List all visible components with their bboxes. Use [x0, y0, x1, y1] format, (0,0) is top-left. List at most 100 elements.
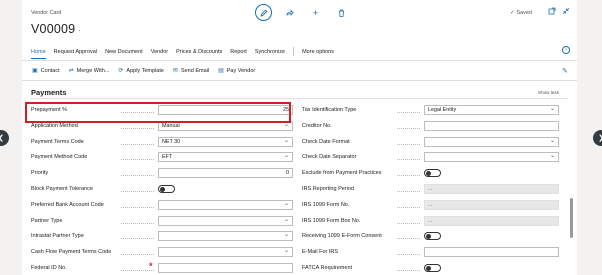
field-row-creditor-no: Creditor No. [302, 120, 562, 133]
field-value: Manual [162, 122, 180, 129]
toolbar-icons: + [255, 4, 359, 21]
field-row-federal-id-no: Federal ID No. * [31, 261, 293, 275]
leader-dots [397, 143, 420, 145]
add-icon[interactable]: + [307, 4, 324, 21]
field-row-e-mail-for-irs: E-Mail For IRS [302, 246, 562, 259]
field-row-check-date-format: Check Date Format ⌄ [302, 136, 562, 149]
menu-separator [293, 47, 295, 56]
personalize-icon[interactable]: ✎ [562, 67, 568, 75]
edit-pencil-icon[interactable] [255, 4, 272, 21]
tax-identification-type-select[interactable]: Legal Entity ⌄ [424, 105, 559, 115]
menu-more-options[interactable]: More options [302, 49, 334, 55]
field-label: Check Date Separator [302, 154, 357, 161]
field-label: IRS 1099 Form No. [302, 201, 350, 208]
required-asterisk-icon: * [149, 261, 153, 271]
field-label: FATCA Requirement [302, 265, 353, 271]
payment-terms-code-select[interactable]: NET 30 ⌄ [158, 136, 293, 147]
next-record-arrow-icon[interactable]: ❯ [593, 130, 602, 146]
card-header: Vendor Card + ✓ Saved [22, 0, 577, 24]
check-date-separator-select[interactable]: ⌄ [424, 152, 559, 163]
previous-record-arrow-icon[interactable]: ❮ [0, 130, 9, 146]
fatca-requirement-toggle[interactable] [424, 264, 441, 272]
template-icon: ⟳ [118, 68, 124, 74]
collapse-icon[interactable] [562, 7, 570, 17]
preferred-bank-account-code-select[interactable]: ⌄ [158, 199, 293, 210]
menu-new-document[interactable]: New Document [105, 49, 143, 55]
share-icon[interactable] [281, 4, 298, 21]
pay-vendor-action[interactable]: ▤ Pay Vendor [218, 67, 256, 75]
send-email-label: Send Email [180, 67, 210, 74]
menu-prices-discounts[interactable]: Prices & Discounts [176, 49, 222, 55]
chevron-down-icon: ⌄ [549, 106, 555, 112]
toggle-knob [426, 234, 431, 240]
field-row-preferred-bank-account-code: Preferred Bank Account Code ⌄ [31, 199, 293, 212]
field-label: IRS Reporting Period [302, 186, 354, 192]
menu-report[interactable]: Report [230, 49, 247, 55]
menu-vendor[interactable]: Vendor [151, 49, 168, 55]
section-title: Payments [31, 88, 67, 97]
menu-synchronize[interactable]: Synchronize [255, 49, 285, 55]
field-row-fatca-requirement: FATCA Requirement [302, 262, 562, 275]
field-label: IRS 1099 Form Box No. [302, 217, 361, 224]
leader-dots [121, 175, 154, 177]
contact-action[interactable]: ▣ Contact [32, 67, 60, 75]
creditor-no-input[interactable] [424, 120, 559, 131]
field-label: Block Payment Tolerance [31, 186, 93, 192]
leader-dots [121, 206, 154, 208]
field-label: Cash Flow Payment Terms Code [31, 249, 112, 256]
chevron-down-icon: ⌄ [549, 137, 555, 144]
field-row-cash-flow-payment-terms-code: Cash Flow Payment Terms Code ⌄ [31, 246, 293, 259]
field-row-partner-type: Partner Type ⌄ [31, 215, 293, 228]
open-new-window-icon[interactable] [548, 7, 556, 17]
action-menu: Home Request Approval New Document Vendo… [31, 47, 342, 59]
exclude-from-payment-practices-toggle[interactable] [424, 169, 441, 178]
field-value: Legal Entity [428, 107, 457, 113]
action-bar: ▣ Contact ⇌ Merge With... ⟳ Apply Template … [22, 60, 577, 81]
field-label: Intrastat Partner Type [31, 233, 84, 240]
show-less-link[interactable]: Show less [538, 90, 559, 95]
cash-flow-payment-terms-code-select[interactable]: ⌄ [158, 247, 293, 258]
leader-dots [397, 254, 420, 256]
field-label: Payment Method Code [31, 154, 88, 161]
e-mail-for-irs-input[interactable] [424, 247, 559, 258]
menu-request-approval[interactable]: Request Approval [54, 49, 97, 55]
merge-with-label: Merge With... [76, 67, 110, 74]
vendor-number: V00009 [31, 22, 76, 36]
field-value: EFT [162, 154, 173, 161]
merge-with-action[interactable]: ⇌ Merge With... [69, 67, 110, 75]
field-label: Payment Terms Code [31, 138, 84, 145]
contact-label: Contact [40, 67, 60, 74]
leader-dots [121, 159, 154, 161]
delete-icon[interactable] [333, 4, 350, 21]
leader-dots [121, 254, 154, 256]
info-icon[interactable]: i [562, 46, 570, 54]
field-row-priority: Priority 0 [31, 167, 293, 180]
block-payment-tolerance-toggle[interactable] [158, 185, 175, 193]
check-date-format-select[interactable]: ⌄ [424, 136, 559, 147]
field-value: ... [428, 186, 433, 192]
field-label: Preferred Bank Account Code [31, 201, 104, 208]
leader-dots [397, 238, 420, 240]
intrastat-partner-type-select[interactable]: ⌄ [158, 231, 293, 242]
chevron-down-icon: ⌄ [283, 137, 289, 144]
leader-dots [121, 143, 154, 145]
prepayment-highlight-box [25, 102, 291, 123]
apply-template-action[interactable]: ⟳ Apply Template [118, 67, 164, 75]
send-email-action[interactable]: ✉ Send Email [173, 67, 210, 75]
menu-home[interactable]: Home [31, 49, 46, 59]
federal-id-no-input[interactable] [158, 263, 293, 273]
partner-type-select[interactable]: ⌄ [158, 215, 293, 226]
irs-1099-form-no-input: ... [424, 199, 559, 210]
leader-dots [121, 127, 154, 129]
field-label: Priority [31, 170, 49, 177]
vertical-scrollbar[interactable] [570, 198, 573, 238]
chevron-down-icon: ⌄ [283, 232, 289, 239]
payment-icon: ▤ [218, 68, 224, 74]
payment-method-code-select[interactable]: EFT ⌄ [158, 152, 293, 163]
field-value: ... [428, 217, 433, 224]
priority-input[interactable]: 0 [158, 168, 293, 179]
leader-dots [397, 159, 420, 161]
irs-1099-form-box-no-input: ... [424, 215, 559, 226]
pay-vendor-label: Pay Vendor [226, 67, 256, 74]
receiving-1099-e-form-consent-toggle[interactable] [424, 232, 441, 241]
